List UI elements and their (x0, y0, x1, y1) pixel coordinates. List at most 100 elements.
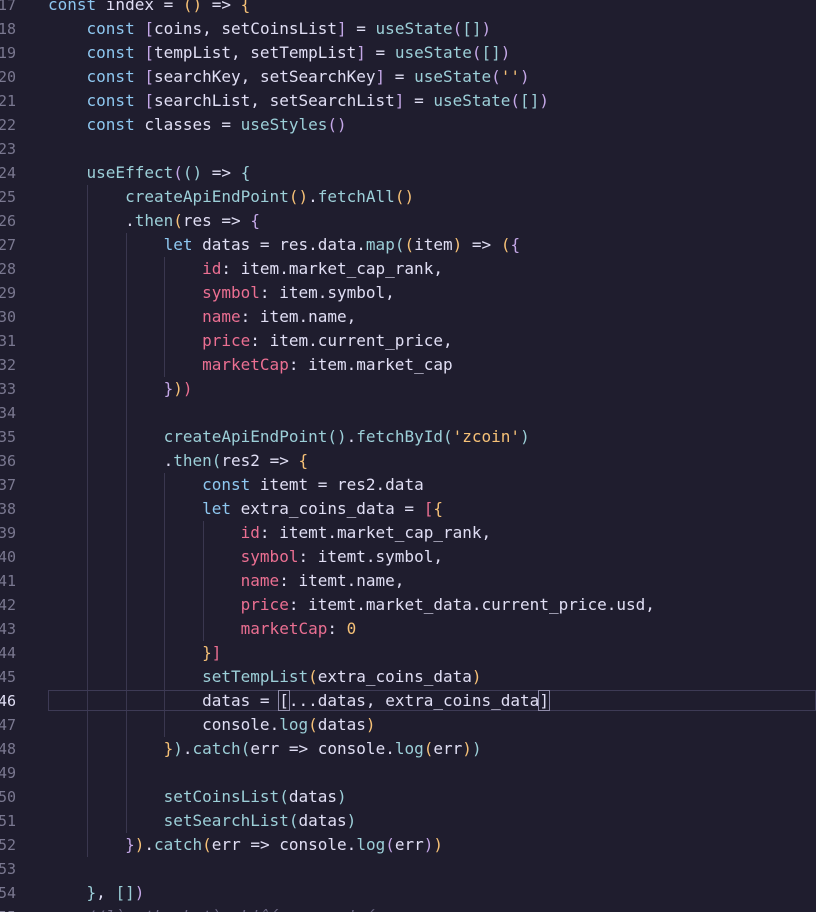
code-line[interactable]: 25 createApiEndPoint().fetchAll() (0, 185, 816, 209)
code-text[interactable]: const index = () => { (48, 0, 250, 17)
code-token: , (481, 523, 492, 542)
code-line[interactable]: 17 const index = () => { (0, 0, 816, 17)
code-token: [ (481, 43, 492, 62)
code-line[interactable]: 18 const [coins, setCoinsList] = useStat… (0, 17, 816, 41)
code-text[interactable]: let extra_coins_data = [{ (48, 497, 443, 521)
code-text[interactable]: setSearchList(datas) (48, 809, 357, 833)
code-line[interactable]: 36 .then(res2 => { (0, 449, 816, 473)
code-line[interactable]: 37 const itemt = res2.data (0, 473, 816, 497)
code-line[interactable]: 22 const classes = useStyles() (0, 113, 816, 137)
code-text[interactable]: id: itemt.market_cap_rank, (48, 521, 491, 545)
code-line[interactable]: 32 marketCap: item.market_cap (0, 353, 816, 377)
code-line[interactable]: 43 marketCap: 0 (0, 617, 816, 641)
code-text[interactable]: marketCap: item.market_cap (48, 353, 452, 377)
code-token: name (240, 571, 280, 590)
code-text[interactable]: console.log(datas) (48, 713, 375, 737)
code-token: createApiEndPoint (125, 187, 289, 206)
code-text[interactable]: id: item.market_cap_rank, (48, 257, 443, 281)
code-line[interactable]: 39 id: itemt.market_cap_rank, (0, 521, 816, 545)
code-token: catch (192, 739, 241, 758)
code-line[interactable]: 21 const [searchList, setSearchList] = u… (0, 89, 816, 113)
code-text[interactable]: const [searchKey, setSearchKey] = useSta… (48, 65, 530, 89)
code-text[interactable]: price: item.current_price, (48, 329, 452, 353)
code-text[interactable]: createApiEndPoint().fetchAll() (48, 185, 414, 209)
code-token: setTempList (202, 667, 309, 686)
line-number: 21 (0, 92, 16, 110)
code-line[interactable]: 50 setCoinsList(datas) (0, 785, 816, 809)
code-text[interactable]: price: itemt.market_data.current_price.u… (48, 593, 655, 617)
code-text[interactable]: symbol: item.symbol, (48, 281, 395, 305)
code-line[interactable]: 45 setTempList(extra_coins_data) (0, 665, 816, 689)
code-line[interactable]: 52 }).catch(err => console.log(err)) (0, 833, 816, 857)
code-token: } (86, 883, 97, 902)
code-text[interactable]: const [tempList, setTempList] = useState… (48, 41, 511, 65)
code-line[interactable]: 55 //làm thanh tìm kiếm ra gợi ý (0, 905, 816, 912)
code-text[interactable]: }, []) (48, 881, 145, 905)
code-token: catch (153, 835, 203, 854)
code-text[interactable]: datas = [...datas, extra_coins_data] (48, 689, 550, 713)
code-line[interactable]: 33 })) (0, 377, 816, 401)
code-text[interactable]: }] (48, 641, 221, 665)
code-text[interactable]: useEffect(() => { (48, 161, 251, 185)
code-line[interactable]: 31 price: item.current_price, (0, 329, 816, 353)
code-text[interactable]: .then(res2 => { (48, 449, 309, 473)
code-text[interactable]: setTempList(extra_coins_data) (48, 665, 482, 689)
code-line[interactable]: 53 (0, 857, 816, 881)
code-text[interactable]: //làm thanh tìm kiếm ra gợi ý (48, 905, 376, 912)
code-token: '' (500, 67, 521, 86)
code-text[interactable]: const [searchList, setSearchList] = useS… (48, 89, 549, 113)
code-line[interactable]: 19 const [tempList, setTempList] = useSt… (0, 41, 816, 65)
code-text[interactable]: })) (48, 377, 193, 401)
code-token: ( (182, 0, 193, 14)
code-line[interactable]: 38 let extra_coins_data = [{ (0, 497, 816, 521)
code-line[interactable]: 23 (0, 137, 816, 161)
code-line[interactable]: 54 }, []) (0, 881, 816, 905)
code-line[interactable]: 28 id: item.market_cap_rank, (0, 257, 816, 281)
code-token: . (298, 307, 309, 326)
code-text[interactable]: createApiEndPoint().fetchById('zcoin') (48, 425, 530, 449)
code-text[interactable]: symbol: itemt.symbol, (48, 545, 443, 569)
code-line[interactable]: 30 name: item.name, (0, 305, 816, 329)
code-text[interactable]: setCoinsList(datas) (48, 785, 347, 809)
code-line[interactable]: 47 console.log(datas) (0, 713, 816, 737)
code-text[interactable]: const classes = useStyles() (48, 113, 347, 137)
code-text[interactable]: .then(res => { (48, 209, 260, 233)
code-token: [ (144, 19, 154, 38)
line-number: 32 (0, 356, 16, 374)
code-text[interactable]: }).catch(err => console.log(err)) (48, 833, 443, 857)
code-token: => (240, 835, 280, 854)
code-token: , (433, 547, 443, 566)
code-token: ] (125, 883, 135, 902)
code-line[interactable]: 41 name: itemt.name, (0, 569, 816, 593)
code-token: : (279, 571, 299, 590)
code-line[interactable]: 20 const [searchKey, setSearchKey] = use… (0, 65, 816, 89)
line-number: 33 (0, 380, 16, 398)
code-token: ) (471, 667, 482, 686)
code-text[interactable]: const itemt = res2.data (48, 473, 424, 497)
code-text[interactable]: name: item.name, (48, 305, 356, 329)
code-line[interactable]: 34 (0, 401, 816, 425)
code-text[interactable]: }).catch(err => console.log(err)) (48, 737, 482, 761)
code-line[interactable]: 51 setSearchList(datas) (0, 809, 816, 833)
code-line[interactable]: 46 datas = [...datas, extra_coins_data] (0, 689, 816, 713)
code-line[interactable]: 29 symbol: item.symbol, (0, 281, 816, 305)
code-token: ) (452, 235, 463, 254)
code-token: ] (337, 19, 347, 38)
code-text[interactable]: let datas = res.data.map((item) => ({ (48, 233, 521, 257)
code-line[interactable]: 35 createApiEndPoint().fetchById('zcoin'… (0, 425, 816, 449)
code-line[interactable]: 48 }).catch(err => console.log(err)) (0, 737, 816, 761)
code-text[interactable]: name: itemt.name, (48, 569, 405, 593)
code-token: ] (471, 19, 482, 38)
code-line[interactable]: 44 }] (0, 641, 816, 665)
code-text[interactable]: const [coins, setCoinsList] = useState([… (48, 17, 492, 41)
code-line[interactable]: 40 symbol: itemt.symbol, (0, 545, 816, 569)
code-line[interactable]: 26 .then(res => { (0, 209, 816, 233)
code-line[interactable]: 42 price: itemt.market_data.current_pric… (0, 593, 816, 617)
code-line[interactable]: 24 useEffect(() => { (0, 161, 816, 185)
code-text[interactable]: marketCap: 0 (48, 617, 357, 641)
code-editor[interactable]: 17 const index = () => {18 const [coins, … (0, 0, 816, 912)
code-line[interactable]: 27 let datas = res.data.map((item) => ({ (0, 233, 816, 257)
code-token: ) (134, 883, 145, 902)
code-line[interactable]: 49 (0, 761, 816, 785)
code-token: symbol (327, 283, 386, 302)
